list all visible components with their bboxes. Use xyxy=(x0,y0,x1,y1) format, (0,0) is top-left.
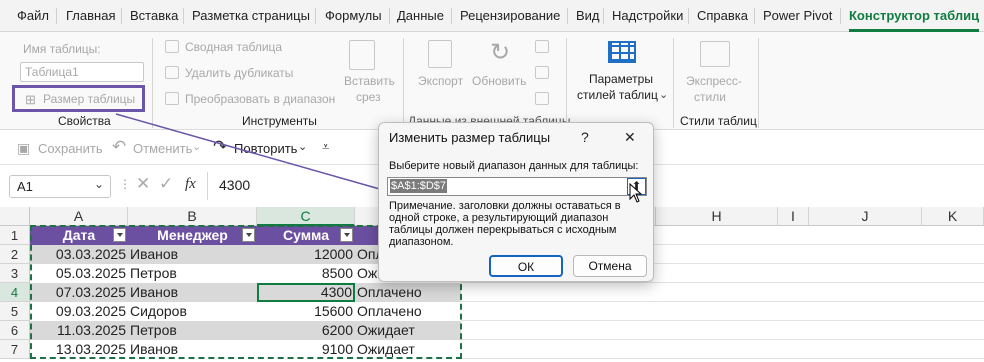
mouse-pointer-icon xyxy=(629,183,643,203)
range-input-value: $A$1:$D$7 xyxy=(390,179,448,193)
dialog-note: Примечание. заголовки должны оставаться … xyxy=(389,200,621,248)
mouse-pointer-shape xyxy=(629,183,643,203)
dialog-title: Изменить размер таблицы xyxy=(389,130,551,145)
cancel-button[interactable]: Отмена xyxy=(573,255,647,277)
close-button[interactable]: ✕ xyxy=(624,129,636,146)
range-prompt-label: Выберите новый диапазон данных для табли… xyxy=(389,160,639,172)
ok-button[interactable]: ОК xyxy=(489,255,563,277)
range-input[interactable]: $A$1:$D$7 xyxy=(387,177,647,196)
resize-table-dialog: Изменить размер таблицы ? ✕ Выберите нов… xyxy=(378,122,654,282)
help-button[interactable]: ? xyxy=(581,129,589,145)
annotation-line xyxy=(115,113,384,191)
